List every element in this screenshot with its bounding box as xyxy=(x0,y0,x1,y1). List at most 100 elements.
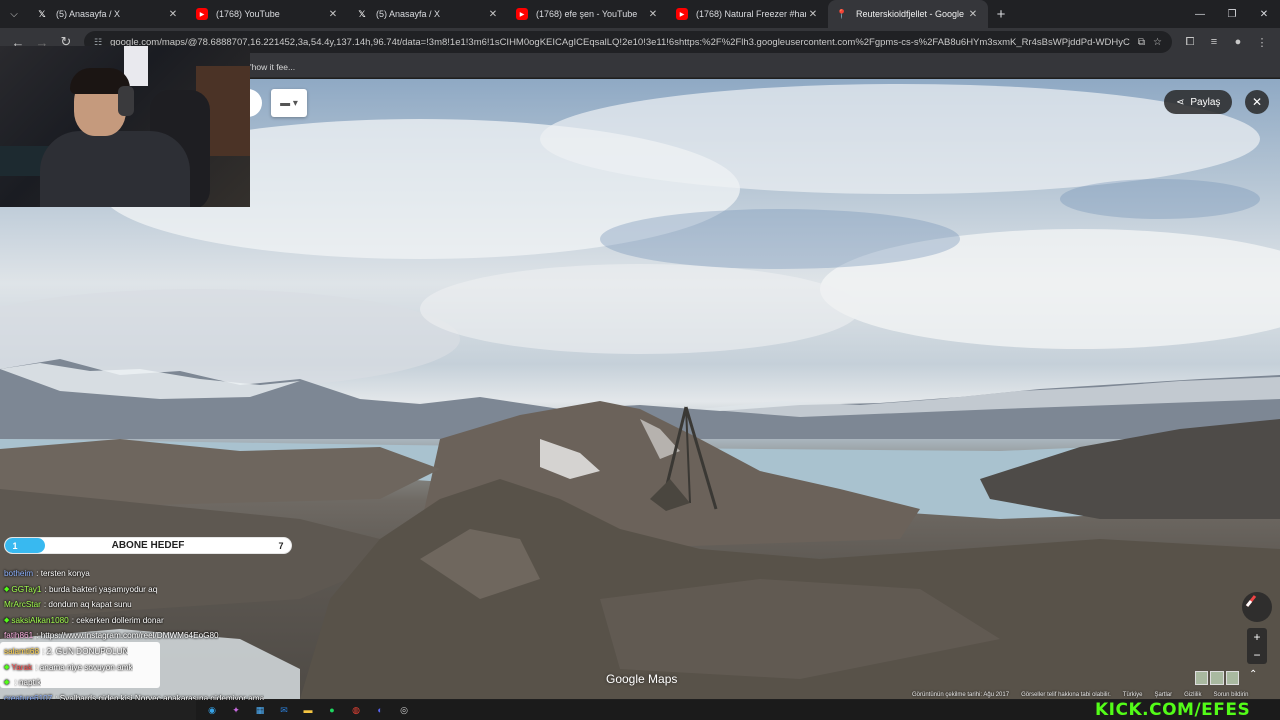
chat-username[interactable]: GGTay1 xyxy=(11,582,41,598)
tab-close-icon[interactable]: ✕ xyxy=(486,9,500,20)
spotify-icon[interactable]: ● xyxy=(324,702,340,718)
subscriber-badge-icon: ◆ xyxy=(4,585,10,593)
new-tab-button[interactable]: + xyxy=(988,0,1014,28)
maps-footer: Görüntünün çekilme tarihi: Ağu 2017 Görs… xyxy=(912,692,1249,698)
url-text: google.com/maps/@78.6888707,16.221452,3a… xyxy=(110,36,1130,48)
google-maps-logo: Google Maps xyxy=(606,672,678,686)
subscriber-badge-icon: ◆ xyxy=(4,679,10,687)
chat-username[interactable]: MrArcStar xyxy=(4,597,41,613)
chat-text: : cekerken dollerim donar xyxy=(71,615,164,625)
chat-message: MrArcStar: dondum aq kapat sunu xyxy=(0,597,300,613)
chat-message: ◆ : naptık xyxy=(0,675,300,691)
youtube-icon: ▶ xyxy=(196,8,208,20)
tab-close-icon[interactable]: ✕ xyxy=(166,9,180,20)
chat-username[interactable]: salamti68 xyxy=(4,644,39,660)
zoom-control: + − xyxy=(1247,628,1267,664)
tab-title: Reuterskioldfjellet - Google Ha xyxy=(856,9,966,19)
chrome-icon[interactable]: ◍ xyxy=(348,702,364,718)
tab-title: (5) Anasayfa / X xyxy=(56,9,121,19)
share-icon: ⋖ xyxy=(1176,96,1185,108)
taskbar: ◉ ✦ ▦ ✉ ▬ ● ◍ ◐ ◎ xyxy=(0,700,1280,720)
google-maps-icon: 📍 xyxy=(836,8,848,19)
kick-watermark: KICK.COM/EFES xyxy=(1095,700,1251,720)
chat-text: : burda bakteri yaşamıyodur aq xyxy=(44,584,158,594)
install-icon[interactable]: ⧉ xyxy=(1138,37,1145,48)
tab-title: (1768) efe şen - YouTube xyxy=(536,9,638,19)
tab-1[interactable]: ▶ (1768) YouTube ✕ xyxy=(188,0,348,28)
stream-chat: botheim: tersten konya ◆ GGTay1: burda bak… xyxy=(0,566,300,720)
tab-title: (1768) YouTube xyxy=(216,9,280,19)
window-controls: — ❐ ✕ xyxy=(1184,0,1280,28)
terms-link[interactable]: Şartlar xyxy=(1154,692,1172,698)
media-icon[interactable]: ≡ xyxy=(1202,30,1226,54)
goal-current: 1 xyxy=(12,540,18,551)
chat-message: fatih861: https://www.instagram.com/reel… xyxy=(0,628,300,644)
webcam-overlay xyxy=(0,46,250,207)
x-logo-icon: 𝕏 xyxy=(358,8,366,19)
chat-message: ◆ GGTay1: burda bakteri yaşamıyodur aq xyxy=(0,582,300,598)
edge-icon[interactable]: ◉ xyxy=(204,702,220,718)
store-icon[interactable]: ▦ xyxy=(252,702,268,718)
chat-username[interactable]: botheim xyxy=(4,566,33,582)
tab-4[interactable]: ▶ (1768) Natural Freezer #harbin ✕ xyxy=(668,0,828,28)
youtube-icon: ▶ xyxy=(676,8,688,20)
chat-username[interactable]: Yarak xyxy=(11,660,32,676)
tab-title: (1768) Natural Freezer #harbin xyxy=(696,9,806,19)
copilot-icon[interactable]: ✦ xyxy=(228,702,244,718)
report-link[interactable]: Sorun bildirin xyxy=(1213,692,1248,698)
chat-text: : anama niye sovuyon amk xyxy=(35,662,133,672)
share-button[interactable]: ⋖ Paylaş xyxy=(1164,90,1233,114)
taskbar-search-area[interactable] xyxy=(0,700,196,720)
share-label: Paylaş xyxy=(1190,96,1221,108)
folder-icon[interactable]: ▬ xyxy=(300,702,316,718)
tab-close-icon[interactable]: ✕ xyxy=(646,9,660,20)
chat-message: salamti68: 2. GUN DONUPOLUN xyxy=(0,644,300,660)
bookmark-star-icon[interactable]: ☆ xyxy=(1153,37,1162,48)
chat-text: : 2. GUN DONUPOLUN xyxy=(42,646,129,656)
extensions-icon[interactable]: ⧠ xyxy=(1178,30,1202,54)
chat-text: : https://www.instagram.com/reel/DMWM64E… xyxy=(36,631,219,641)
chat-message: ◆ saksiAlkan1080: cekerken dollerim donar xyxy=(0,613,300,629)
tab-close-icon[interactable]: ✕ xyxy=(326,9,340,20)
headset-icon xyxy=(118,86,134,116)
menu-icon[interactable]: ⋮ xyxy=(1250,30,1274,54)
tab-0[interactable]: 𝕏 (5) Anasayfa / X ✕ xyxy=(28,0,188,28)
zoom-in-icon[interactable]: + xyxy=(1253,630,1260,644)
tab-3[interactable]: ▶ (1768) efe şen - YouTube ✕ xyxy=(508,0,668,28)
taskbar-apps: ◉ ✦ ▦ ✉ ▬ ● ◍ ◐ ◎ xyxy=(204,702,412,718)
minimize-icon[interactable]: — xyxy=(1184,0,1216,28)
close-streetview-button[interactable]: ✕ xyxy=(1245,90,1269,114)
privacy-link[interactable]: Gizlilik xyxy=(1184,692,1201,698)
chat-username[interactable]: fatih861 xyxy=(4,628,33,644)
x-logo-icon: 𝕏 xyxy=(38,8,46,19)
bookmark-item[interactable]: 'how it fee... xyxy=(250,62,295,72)
goal-target: 7 xyxy=(278,540,284,551)
tab-close-icon[interactable]: ✕ xyxy=(806,9,820,20)
region-link[interactable]: Türkiye xyxy=(1123,692,1143,698)
chat-username[interactable]: saksiAlkan1080 xyxy=(11,613,68,629)
photo-thumbnails[interactable] xyxy=(1195,671,1239,685)
subscriber-goal-bar: 1 ABONE HEDEF 7 xyxy=(4,537,292,554)
tab-search-icon[interactable]: ⌵ xyxy=(0,0,28,28)
copyright-notice[interactable]: Görseller telif hakkına tabi olabilir. xyxy=(1021,692,1111,698)
restore-icon[interactable]: ❐ xyxy=(1216,0,1248,28)
outlook-icon[interactable]: ✉ xyxy=(276,702,292,718)
tab-close-icon[interactable]: ✕ xyxy=(966,9,980,20)
chat-text: : naptık xyxy=(14,678,42,688)
obs-icon[interactable]: ◎ xyxy=(396,702,412,718)
tab-5[interactable]: 📍 Reuterskioldfjellet - Google Ha ✕ xyxy=(828,0,988,28)
chat-text: : dondum aq kapat sunu xyxy=(43,600,132,610)
layers-dropdown[interactable]: ▬ ▾ xyxy=(271,89,307,117)
subscriber-badge-icon: ◆ xyxy=(4,616,10,624)
profile-icon[interactable]: ● xyxy=(1226,30,1250,54)
compass-icon[interactable] xyxy=(1242,592,1272,622)
discord-icon[interactable]: ◐ xyxy=(372,702,388,718)
chat-message: botheim: tersten konya xyxy=(0,566,300,582)
chat-message: ◆ Yarak: anama niye sovuyon amk xyxy=(0,660,300,676)
close-window-icon[interactable]: ✕ xyxy=(1248,0,1280,28)
keyboard-icon: ▬ ▾ xyxy=(280,97,298,109)
expand-up-icon[interactable]: ⌃ xyxy=(1249,669,1257,680)
zoom-out-icon[interactable]: − xyxy=(1253,648,1260,662)
youtube-icon: ▶ xyxy=(516,8,528,20)
tab-2[interactable]: 𝕏 (5) Anasayfa / X ✕ xyxy=(348,0,508,28)
